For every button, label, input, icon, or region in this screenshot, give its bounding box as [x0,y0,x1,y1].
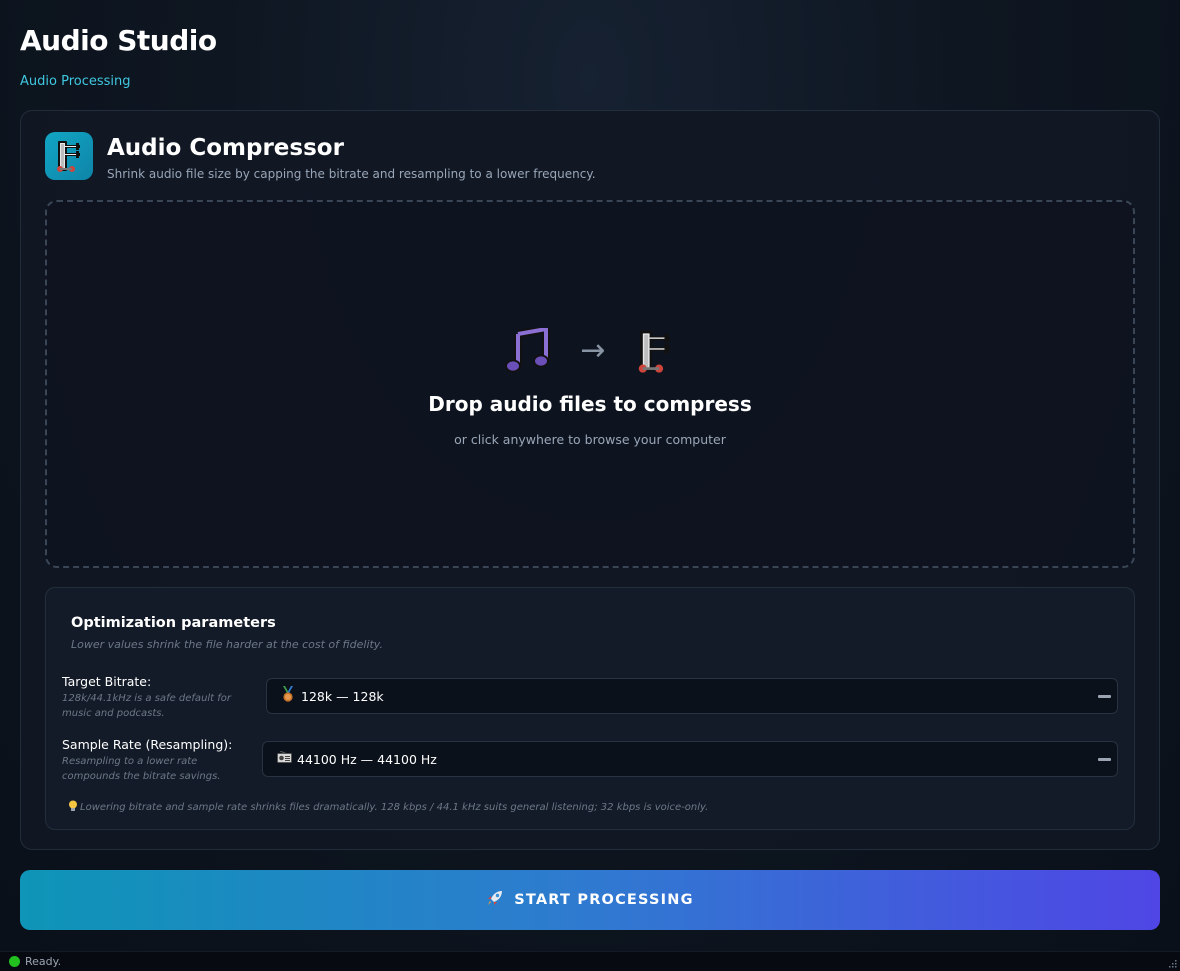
file-dropzone[interactable]: → Drop audio files to compress or click … [45,200,1135,568]
app-subtitle: Audio Processing [20,74,131,89]
music-notes-icon [505,328,551,373]
dropdown-minus-icon [1098,758,1111,761]
start-processing-label: START PROCESSING [514,892,694,908]
params-title: Optimization parameters [71,615,276,631]
app-title: Audio Studio [20,24,217,57]
tool-icon-box [45,132,93,180]
status-dot [9,956,20,967]
medal-icon [281,686,301,706]
bitrate-label: Target Bitrate: [62,674,152,689]
bitrate-select[interactable]: 128k — 128k [266,678,1118,714]
start-processing-button[interactable]: START PROCESSING [20,870,1160,930]
dropzone-title: Drop audio files to compress [428,392,752,416]
sample-rate-help: Resampling to a lower rate compounds the… [62,756,221,782]
resize-grip-icon[interactable] [1169,960,1177,968]
radio-icon [277,750,297,767]
params-subtitle: Lower values shrink the file harder at t… [71,638,383,651]
params-note-text: Lowering bitrate and sample rate shrinks… [80,802,709,813]
rocket-icon [486,889,504,911]
drop-icons: → [47,326,1133,376]
status-bar: Ready. [0,951,1180,971]
clamp-icon [57,141,80,172]
sample-rate-value: 44100 Hz — 44100 Hz [297,751,437,767]
sample-rate-label: Sample Rate (Resampling): [62,737,233,752]
tool-title: Audio Compressor [107,135,344,161]
tool-card: Audio Compressor Shrink audio file size … [20,110,1160,850]
lightbulb-icon [68,800,78,815]
dropdown-minus-icon [1098,695,1111,698]
optimization-panel: Optimization parameters Lower values shr… [45,587,1135,830]
sample-rate-select[interactable]: 44100 Hz — 44100 Hz [262,741,1118,777]
bitrate-help: 128k/44.1kHz is a safe default for music… [62,693,232,719]
clamp-icon [638,330,670,373]
arrow-right-icon: → [580,333,606,368]
tool-description: Shrink audio file size by capping the bi… [107,167,596,181]
dropzone-hint: or click anywhere to browse your compute… [454,432,726,447]
bitrate-value: 128k — 128k [301,688,384,704]
status-text: Ready. [25,955,62,968]
params-note: Lowering bitrate and sample rate shrinks… [68,800,708,815]
